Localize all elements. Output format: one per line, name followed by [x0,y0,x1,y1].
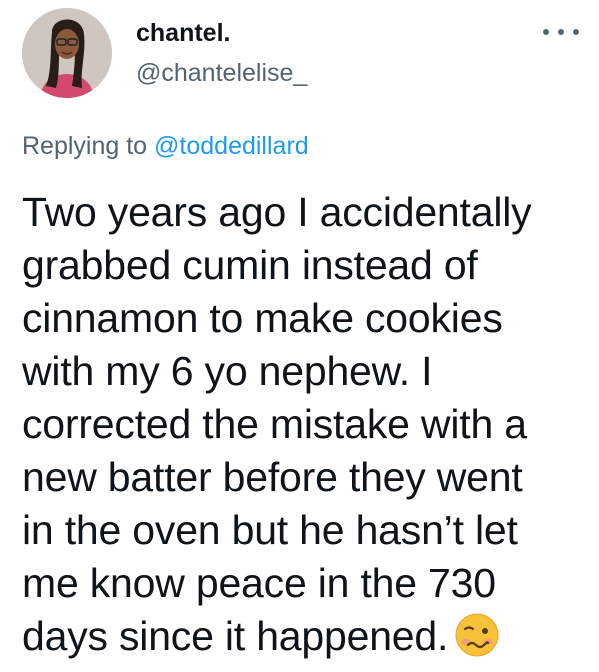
tweet-text-line: grabbed cumin instead of [22,242,478,288]
woozy-face-emoji-icon [455,613,499,657]
tweet-text-line: days since it happened. [22,613,449,659]
avatar[interactable] [22,8,112,98]
more-horizontal-icon [573,29,579,35]
tweet-text-line: corrected the mistake with a [22,401,527,447]
display-name[interactable]: chantel. [136,18,230,48]
replying-to: Replying to @toddedillard [22,131,309,161]
tweet-text-line: in the oven but he hasn’t let [22,507,518,553]
tweet-text-line: Two years ago I accidentally [22,189,532,235]
more-horizontal-icon [543,29,549,35]
tweet-text: Two years ago I accidentally grabbed cum… [22,186,582,663]
tweet: chantel. @chantelelise_ Replying to @tod… [0,0,599,672]
user-handle[interactable]: @chantelelise_ [136,58,307,88]
tweet-text-line: new batter before they went [22,454,523,500]
more-options-button[interactable] [543,24,579,40]
mention-link[interactable]: @toddedillard [154,132,309,160]
tweet-text-line: cinnamon to make cookies [22,295,503,341]
tweet-text-line-last: days since it happened. [22,610,582,663]
tweet-text-line: with my 6 yo nephew. I [22,348,433,394]
more-horizontal-icon [558,29,564,35]
tweet-text-line: me know peace in the 730 [22,560,496,606]
replying-to-label: Replying to [22,132,148,160]
